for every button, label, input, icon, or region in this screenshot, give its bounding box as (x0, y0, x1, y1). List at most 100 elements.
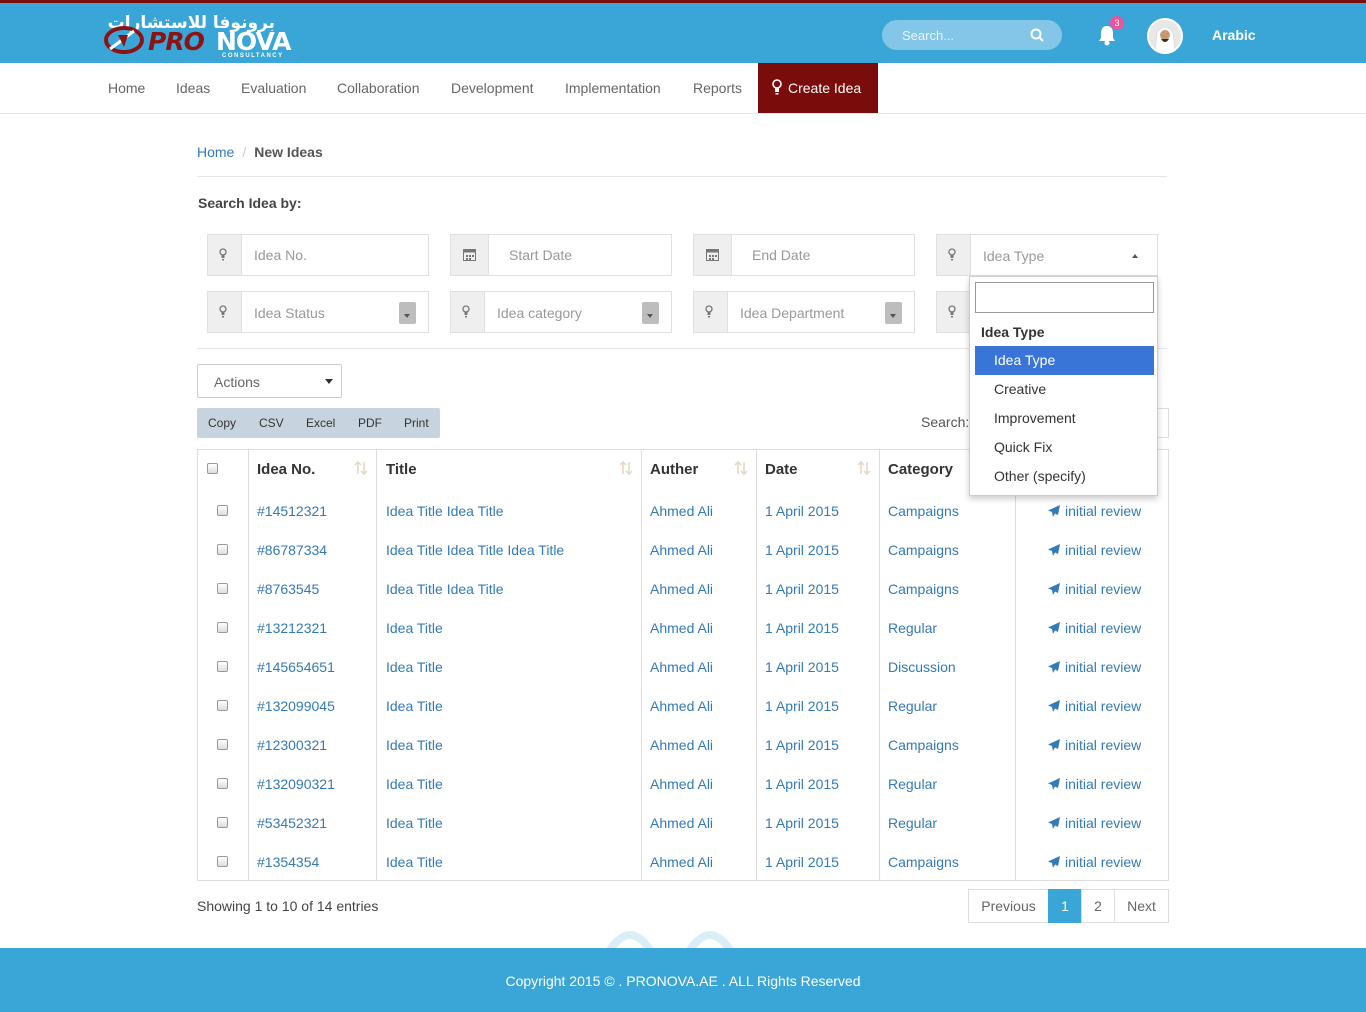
header-search-input[interactable] (882, 20, 1032, 50)
row-checkbox[interactable] (217, 739, 228, 750)
cell-idea-no[interactable]: #1354354 (257, 854, 319, 870)
nav-reports[interactable]: Reports (693, 63, 742, 113)
dropdown-option-other[interactable]: Other (specify) (975, 462, 1154, 491)
cell-date[interactable]: 1 April 2015 (765, 581, 839, 597)
cell-auther[interactable]: Ahmed Ali (650, 854, 713, 870)
idea-no-field[interactable]: Idea No. (207, 234, 429, 276)
row-checkbox[interactable] (217, 583, 228, 594)
cell-title[interactable]: Idea Title (386, 737, 443, 753)
nav-home[interactable]: Home (108, 63, 145, 113)
cell-auther[interactable]: Ahmed Ali (650, 815, 713, 831)
cell-idea-no[interactable]: #12300321 (257, 737, 327, 753)
row-checkbox[interactable] (217, 622, 228, 633)
cell-title[interactable]: Idea Title (386, 620, 443, 636)
cell-action-initial-review[interactable]: initial review (1065, 776, 1141, 792)
cell-title[interactable]: Idea Title (386, 659, 443, 675)
cell-category[interactable]: Regular (888, 620, 937, 636)
cell-action-initial-review[interactable]: initial review (1065, 620, 1141, 636)
select-all-checkbox[interactable] (207, 463, 218, 474)
cell-auther[interactable]: Ahmed Ali (650, 698, 713, 714)
start-date-field[interactable]: Start Date (450, 234, 672, 276)
cell-action-initial-review[interactable]: initial review (1065, 659, 1141, 675)
row-checkbox[interactable] (217, 856, 228, 867)
cell-idea-no[interactable]: #132099045 (257, 698, 335, 714)
cell-idea-no[interactable]: #14512321 (257, 503, 327, 519)
cell-date[interactable]: 1 April 2015 (765, 659, 839, 675)
pagination-page-1[interactable]: 1 (1048, 889, 1082, 923)
cell-idea-no[interactable]: #86787334 (257, 542, 327, 558)
sort-icon[interactable] (354, 460, 368, 476)
language-switch[interactable]: Arabic (1212, 27, 1256, 43)
pdf-button[interactable]: PDF (358, 416, 382, 430)
cell-date[interactable]: 1 April 2015 (765, 854, 839, 870)
end-date-field[interactable]: End Date (693, 234, 915, 276)
cell-auther[interactable]: Ahmed Ali (650, 503, 713, 519)
cell-title[interactable]: Idea Title (386, 776, 443, 792)
nav-evaluation[interactable]: Evaluation (241, 63, 306, 113)
cell-category[interactable]: Regular (888, 776, 937, 792)
cell-title[interactable]: Idea Title Idea Title (386, 581, 504, 597)
sort-icon[interactable] (734, 460, 748, 476)
cell-action-initial-review[interactable]: initial review (1065, 854, 1141, 870)
pagination-page-2[interactable]: 2 (1081, 889, 1115, 923)
cell-idea-no[interactable]: #53452321 (257, 815, 327, 831)
cell-date[interactable]: 1 April 2015 (765, 542, 839, 558)
row-checkbox[interactable] (217, 544, 228, 555)
cell-title[interactable]: Idea Title (386, 815, 443, 831)
idea-status-select[interactable]: Idea Status (207, 291, 429, 333)
row-checkbox[interactable] (217, 505, 228, 516)
pagination-previous[interactable]: Previous (968, 889, 1049, 923)
cell-category[interactable]: Regular (888, 698, 937, 714)
cell-date[interactable]: 1 April 2015 (765, 698, 839, 714)
user-avatar[interactable] (1147, 18, 1183, 54)
dropdown-option-improvement[interactable]: Improvement (975, 404, 1154, 433)
row-checkbox[interactable] (217, 700, 228, 711)
cell-action-initial-review[interactable]: initial review (1065, 815, 1141, 831)
cell-category[interactable]: Discussion (888, 659, 956, 675)
cell-category[interactable]: Regular (888, 815, 937, 831)
cell-title[interactable]: Idea Title (386, 854, 443, 870)
csv-button[interactable]: CSV (259, 416, 284, 430)
cell-auther[interactable]: Ahmed Ali (650, 542, 713, 558)
cell-auther[interactable]: Ahmed Ali (650, 776, 713, 792)
cell-idea-no[interactable]: #132090321 (257, 776, 335, 792)
cell-date[interactable]: 1 April 2015 (765, 503, 839, 519)
dropdown-search-input[interactable] (975, 282, 1154, 313)
cell-category[interactable]: Campaigns (888, 542, 959, 558)
cell-idea-no[interactable]: #8763545 (257, 581, 319, 597)
cell-category[interactable]: Campaigns (888, 581, 959, 597)
cell-auther[interactable]: Ahmed Ali (650, 620, 713, 636)
cell-date[interactable]: 1 April 2015 (765, 737, 839, 753)
row-checkbox[interactable] (217, 778, 228, 789)
sort-icon[interactable] (619, 460, 633, 476)
cell-idea-no[interactable]: #13212321 (257, 620, 327, 636)
create-idea-button[interactable]: Create Idea (758, 63, 878, 113)
idea-type-select[interactable]: Idea Type (936, 234, 1158, 276)
cell-auther[interactable]: Ahmed Ali (650, 659, 713, 675)
actions-select[interactable]: Actions (197, 364, 342, 398)
cell-title[interactable]: Idea Title Idea Title (386, 503, 504, 519)
header-title[interactable]: Title (386, 461, 417, 478)
cell-date[interactable]: 1 April 2015 (765, 620, 839, 636)
search-icon[interactable] (1030, 28, 1044, 42)
cell-category[interactable]: Campaigns (888, 503, 959, 519)
header-category[interactable]: Category (888, 461, 953, 478)
cell-date[interactable]: 1 April 2015 (765, 815, 839, 831)
idea-category-select[interactable]: Idea category (450, 291, 672, 333)
nav-ideas[interactable]: Ideas (176, 63, 210, 113)
cell-category[interactable]: Campaigns (888, 854, 959, 870)
excel-button[interactable]: Excel (306, 416, 335, 430)
row-checkbox[interactable] (217, 661, 228, 672)
cell-title[interactable]: Idea Title Idea Title Idea Title (386, 542, 564, 558)
cell-auther[interactable]: Ahmed Ali (650, 581, 713, 597)
cell-action-initial-review[interactable]: initial review (1065, 503, 1141, 519)
dropdown-option-quick-fix[interactable]: Quick Fix (975, 433, 1154, 462)
dropdown-option-idea-type[interactable]: Idea Type (975, 346, 1154, 375)
cell-idea-no[interactable]: #145654651 (257, 659, 335, 675)
row-checkbox[interactable] (217, 817, 228, 828)
pagination-next[interactable]: Next (1114, 889, 1169, 923)
cell-action-initial-review[interactable]: initial review (1065, 581, 1141, 597)
print-button[interactable]: Print (404, 416, 429, 430)
cell-action-initial-review[interactable]: initial review (1065, 737, 1141, 753)
cell-action-initial-review[interactable]: initial review (1065, 542, 1141, 558)
